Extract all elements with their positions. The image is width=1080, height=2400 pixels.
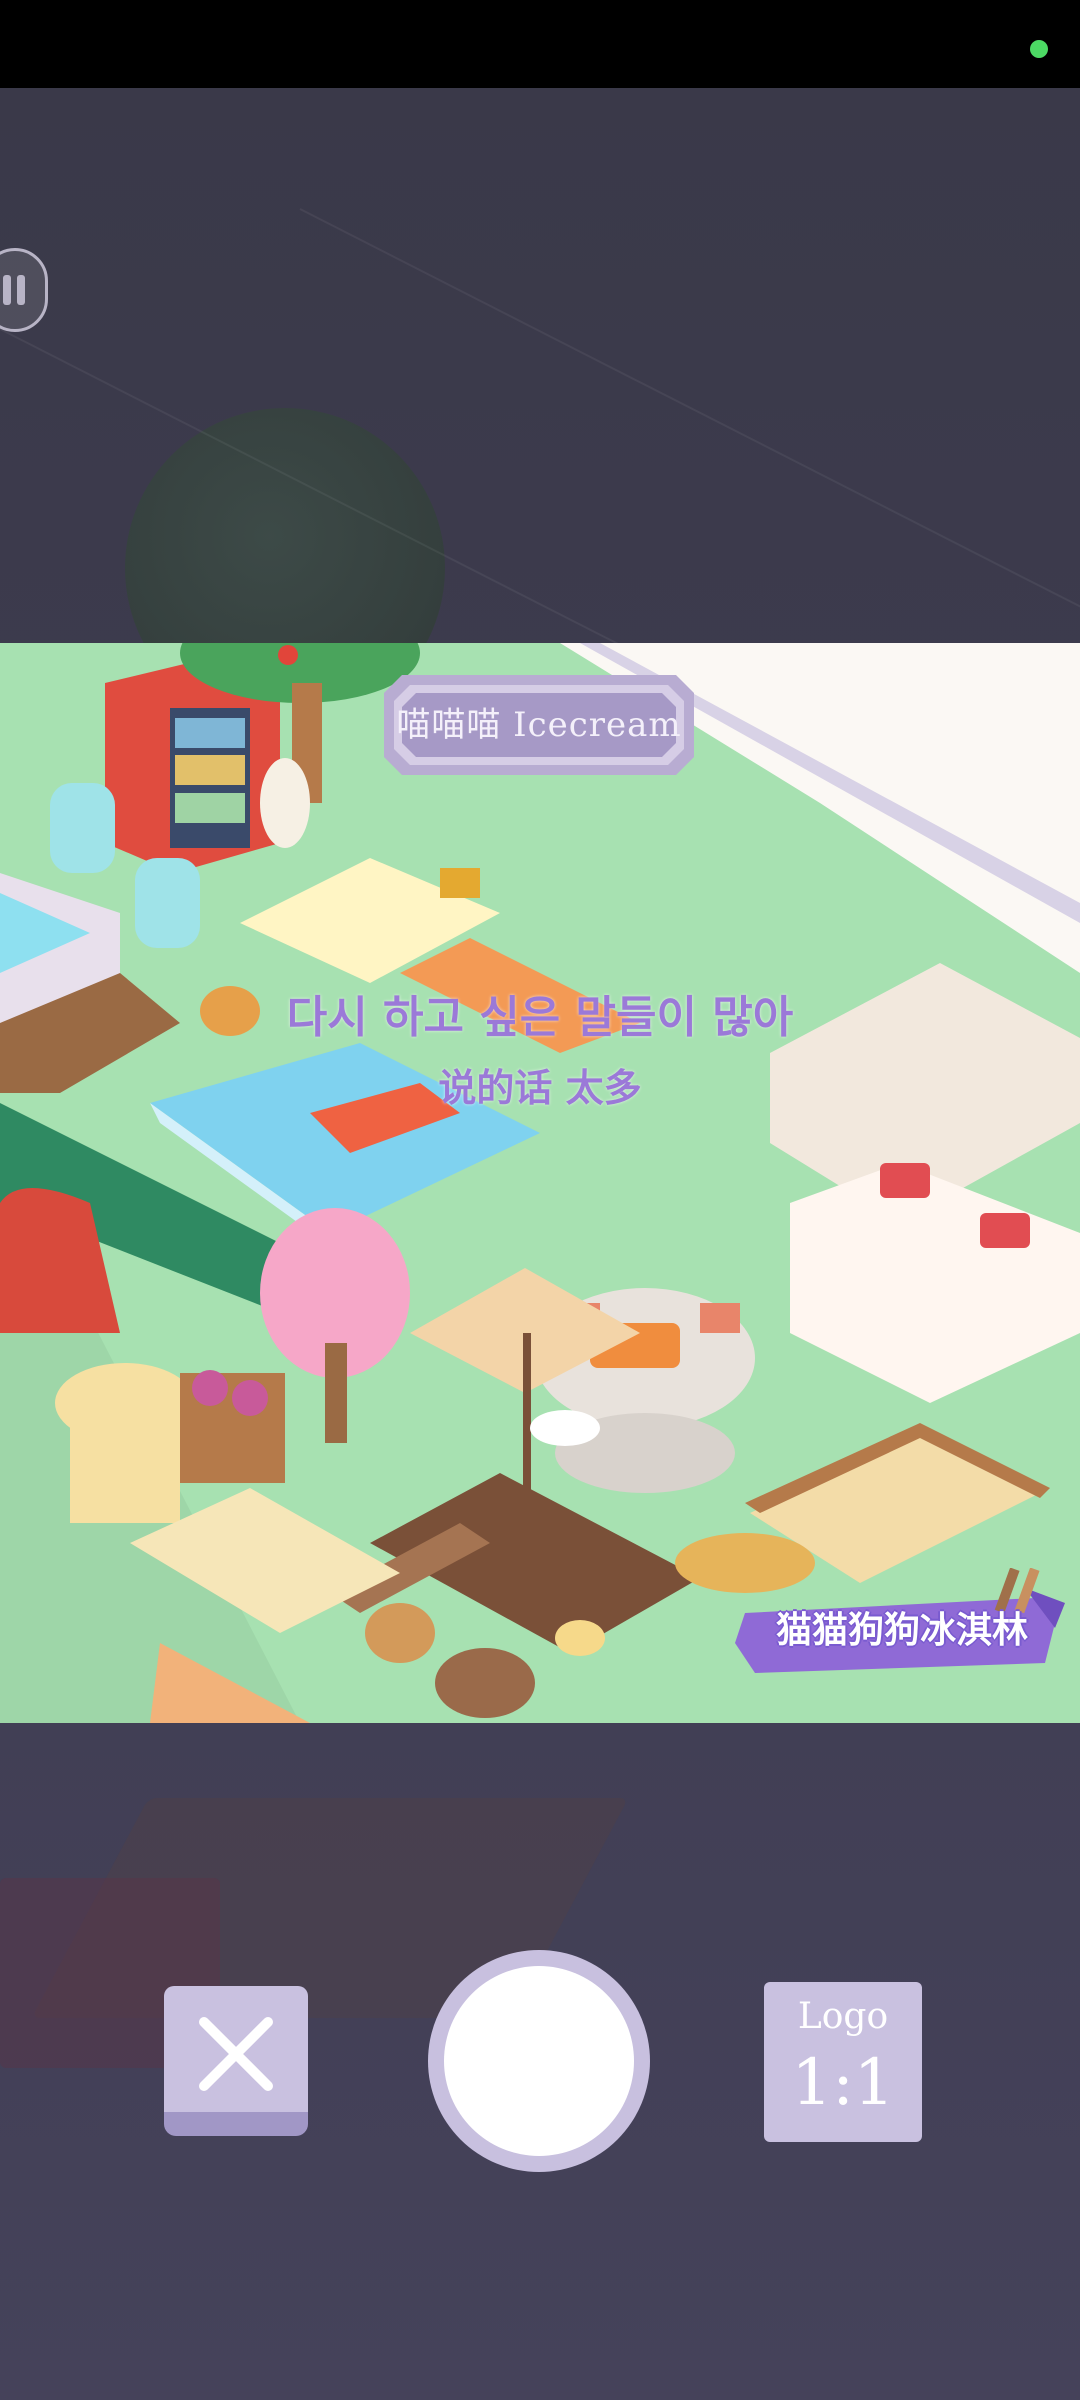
sign-text: 喵喵喵 Icecream (396, 705, 682, 745)
close-button-shadow (164, 2112, 308, 2136)
logo-ratio-value: 1:1 (791, 2046, 895, 2120)
subtitle-chinese: 说的话 太多 (438, 1066, 642, 1110)
shutter-button[interactable] (428, 1950, 650, 2172)
status-bar (0, 0, 1080, 88)
watermark-logo-text: 猫猫狗狗冰淇林 (775, 1610, 1028, 1651)
photo-capture-frame: 喵喵喵 Icecream 다시 하고 싶은 말들이 많아 说的话 太多 猫猫狗狗… (0, 643, 1080, 1723)
cafe-scene-illustration (0, 643, 1080, 1723)
close-x-icon (199, 2017, 273, 2091)
pause-button[interactable] (0, 248, 48, 332)
logo-ratio-button[interactable]: Logo 1:1 (764, 1982, 922, 2142)
privacy-indicator-dot (1030, 40, 1048, 58)
shutter-inner-circle (444, 1966, 634, 2156)
close-button[interactable] (164, 1986, 308, 2136)
pause-icon (3, 275, 25, 305)
subtitle-korean: 다시 하고 싶은 말들이 많아 (286, 992, 794, 1043)
logo-ratio-label: Logo (797, 1996, 889, 2037)
